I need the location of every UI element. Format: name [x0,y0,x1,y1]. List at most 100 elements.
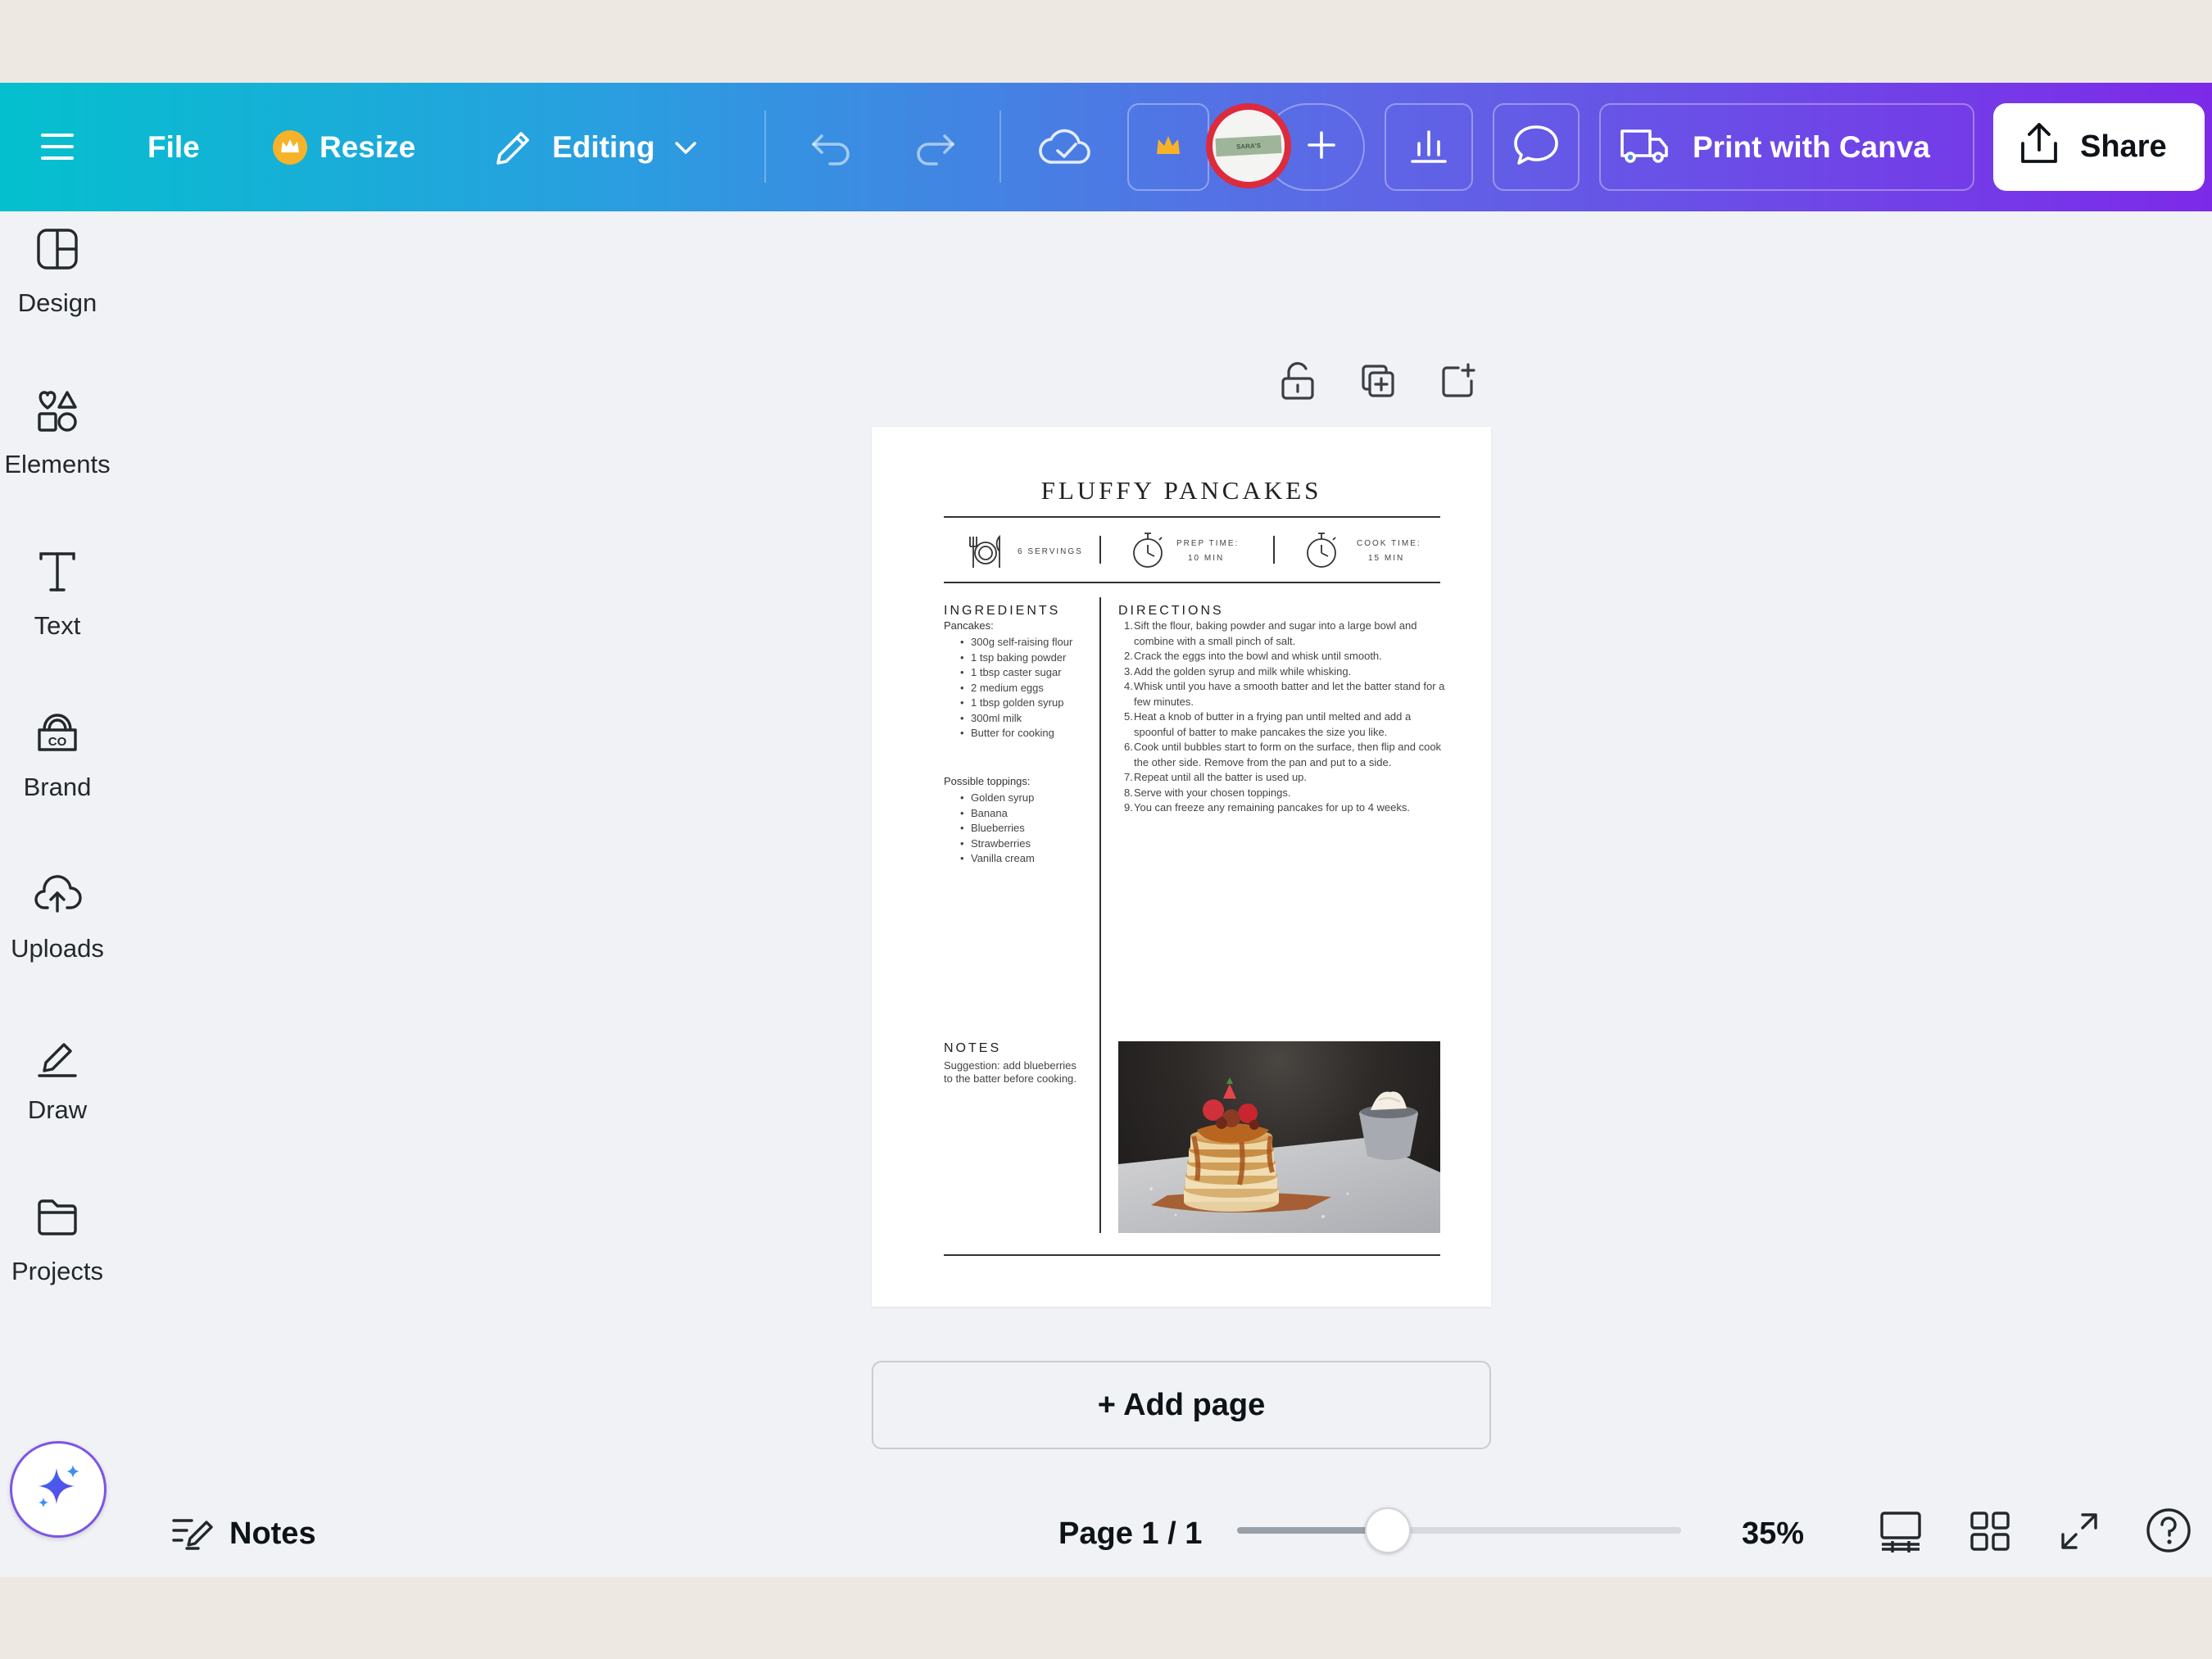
directions-list[interactable]: 1. Sift the flour, baking powder and suga… [1117,619,1445,816]
grid-view-button[interactable] [1968,1508,2014,1557]
svg-text:CO: CO [48,735,67,749]
page-view-button[interactable] [1878,1508,1924,1557]
divider-line [944,516,1440,518]
pancake-photo[interactable] [1118,1041,1440,1233]
toppings-subheading[interactable]: Possible toppings: [944,775,1031,787]
share-button[interactable]: Share [1993,103,2205,191]
uploads-icon [33,870,82,919]
topping-item: Banana [960,806,1111,822]
comments-button[interactable] [1493,103,1580,191]
resize-button[interactable]: Resize [272,122,415,173]
step-number: 9. [1124,801,1133,814]
user-avatar[interactable]: SARA'S [1206,103,1291,188]
insights-button[interactable] [1385,103,1473,191]
crown-icon [272,129,308,165]
undo-icon [809,128,854,167]
notes-button[interactable]: Notes [170,1505,316,1562]
recipe-title[interactable]: FLUFFY PANCAKES [872,476,1491,505]
pencil-icon [492,125,536,170]
premium-crown-button[interactable] [1127,103,1209,191]
file-label: File [147,130,200,164]
top-toolbar: File Resize Editing SARA'S Print with Ca… [0,83,2212,211]
zoom-slider[interactable] [1237,1507,1681,1553]
cook-time-value[interactable]: 15 MIN [1368,551,1404,566]
zoom-percentage[interactable]: 35% [1742,1505,1804,1562]
undo-button[interactable] [803,122,860,173]
direction-step-text: Serve with your chosen toppings. [1134,786,1291,799]
projects-icon [33,1193,82,1242]
sidebar-item-draw[interactable]: Draw [0,1018,115,1158]
cloud-save-status[interactable] [1034,119,1096,176]
page-toolbar [1275,360,1475,409]
sidebar-item-brand[interactable]: CO Brand [0,696,115,835]
direction-step: 2. Crack the eggs into the bowl and whisk… [1117,649,1445,664]
unlock-page-button[interactable] [1275,360,1321,406]
file-menu-button[interactable]: File [147,122,200,173]
servings-text[interactable]: 6 SERVINGS [1018,545,1083,560]
print-with-canva-button[interactable]: Print with Canva [1599,103,1974,191]
pancakes-subheading[interactable]: Pancakes: [944,619,994,632]
sidebar-item-uploads[interactable]: Uploads [0,857,115,996]
add-page-icon-button[interactable] [1435,360,1481,406]
direction-step: 7. Repeat until all the batter is used up… [1117,770,1445,786]
redo-button[interactable] [906,122,963,173]
print-label: Print with Canva [1693,129,1930,164]
sidebar-item-label: Text [34,611,81,640]
page-indicator[interactable]: Page 1 / 1 [1058,1505,1202,1562]
pancake-ingredient-list[interactable]: 300g self-raising flour 1 tsp baking powd… [960,635,1099,741]
direction-step: 8. Serve with your chosen toppings. [1117,786,1445,801]
hamburger-icon[interactable] [33,122,82,171]
sidebar-item-label: Uploads [11,934,104,963]
sidebar-item-label: Projects [11,1257,103,1285]
cook-time-label[interactable]: COOK TIME: [1357,537,1421,551]
direction-step: 1. Sift the flour, baking powder and suga… [1117,619,1445,649]
magic-ai-button[interactable] [10,1441,107,1538]
notes-heading[interactable]: NOTES [944,1041,1001,1056]
sidebar-item-design[interactable]: Design [0,211,115,351]
prep-time-value[interactable]: 10 MIN [1188,551,1224,566]
editing-mode-dropdown[interactable]: Editing [492,122,700,173]
share-label: Share [2080,129,2167,164]
zoom-slider-thumb[interactable] [1365,1507,1412,1553]
help-button[interactable] [2145,1507,2194,1557]
notes-text[interactable]: Suggestion: add blueberries to the batte… [944,1059,1083,1085]
meta-separator [1273,536,1275,564]
text-icon [33,547,82,596]
comment-icon [1512,122,1560,172]
expand-icon [2058,1510,2101,1557]
toppings-list[interactable]: Golden syrup Banana Blueberries Strawberrie… [960,791,1111,867]
ingredient-item: 1 tbsp golden syrup [960,696,1099,711]
unlock-icon [1279,360,1317,406]
direction-step-text: Whisk until you have a smooth batter and… [1134,680,1445,708]
resize-label: Resize [320,130,416,164]
add-page-button[interactable]: + Add page [872,1361,1491,1449]
delivery-truck-icon [1619,125,1670,170]
step-number: 6. [1124,741,1133,753]
direction-step-text: Cook until bubbles start to form on the … [1134,741,1442,768]
sidebar-item-text[interactable]: Text [0,534,115,673]
directions-heading[interactable]: DIRECTIONS [1118,604,1224,619]
topping-item-text: Banana [971,806,1008,819]
sidebar-item-projects[interactable]: Projects [0,1180,115,1319]
ingredient-item: 300g self-raising flour [960,635,1099,650]
step-number: 7. [1124,771,1133,783]
design-page[interactable]: FLUFFY PANCAKES 6 SERVINGS PREP TIME: 10… [872,427,1491,1307]
stopwatch-icon [1129,530,1167,575]
direction-step: 6. Cook until bubbles start to form on th… [1117,740,1445,770]
fullscreen-button[interactable] [2058,1508,2104,1557]
ingredient-item-text: 1 tsp baking powder [971,650,1067,664]
duplicate-icon [1358,361,1398,405]
sidebar-item-label: Brand [23,773,92,801]
direction-step-text: Sift the flour, baking powder and sugar … [1134,619,1417,647]
notes-label: Notes [229,1516,316,1551]
duplicate-page-button[interactable] [1355,360,1401,406]
sidebar-item-label: Draw [27,1095,88,1124]
ingredients-heading[interactable]: INGREDIENTS [944,604,1060,619]
page-view-icon [1878,1508,1924,1558]
sidebar-item-elements[interactable]: Elements [0,373,115,512]
zoom-label: 35% [1742,1516,1805,1551]
step-number: 4. [1124,680,1133,692]
crown-icon [1154,133,1182,161]
bar-chart-icon [1407,124,1450,170]
prep-time-label[interactable]: PREP TIME: [1176,537,1239,551]
